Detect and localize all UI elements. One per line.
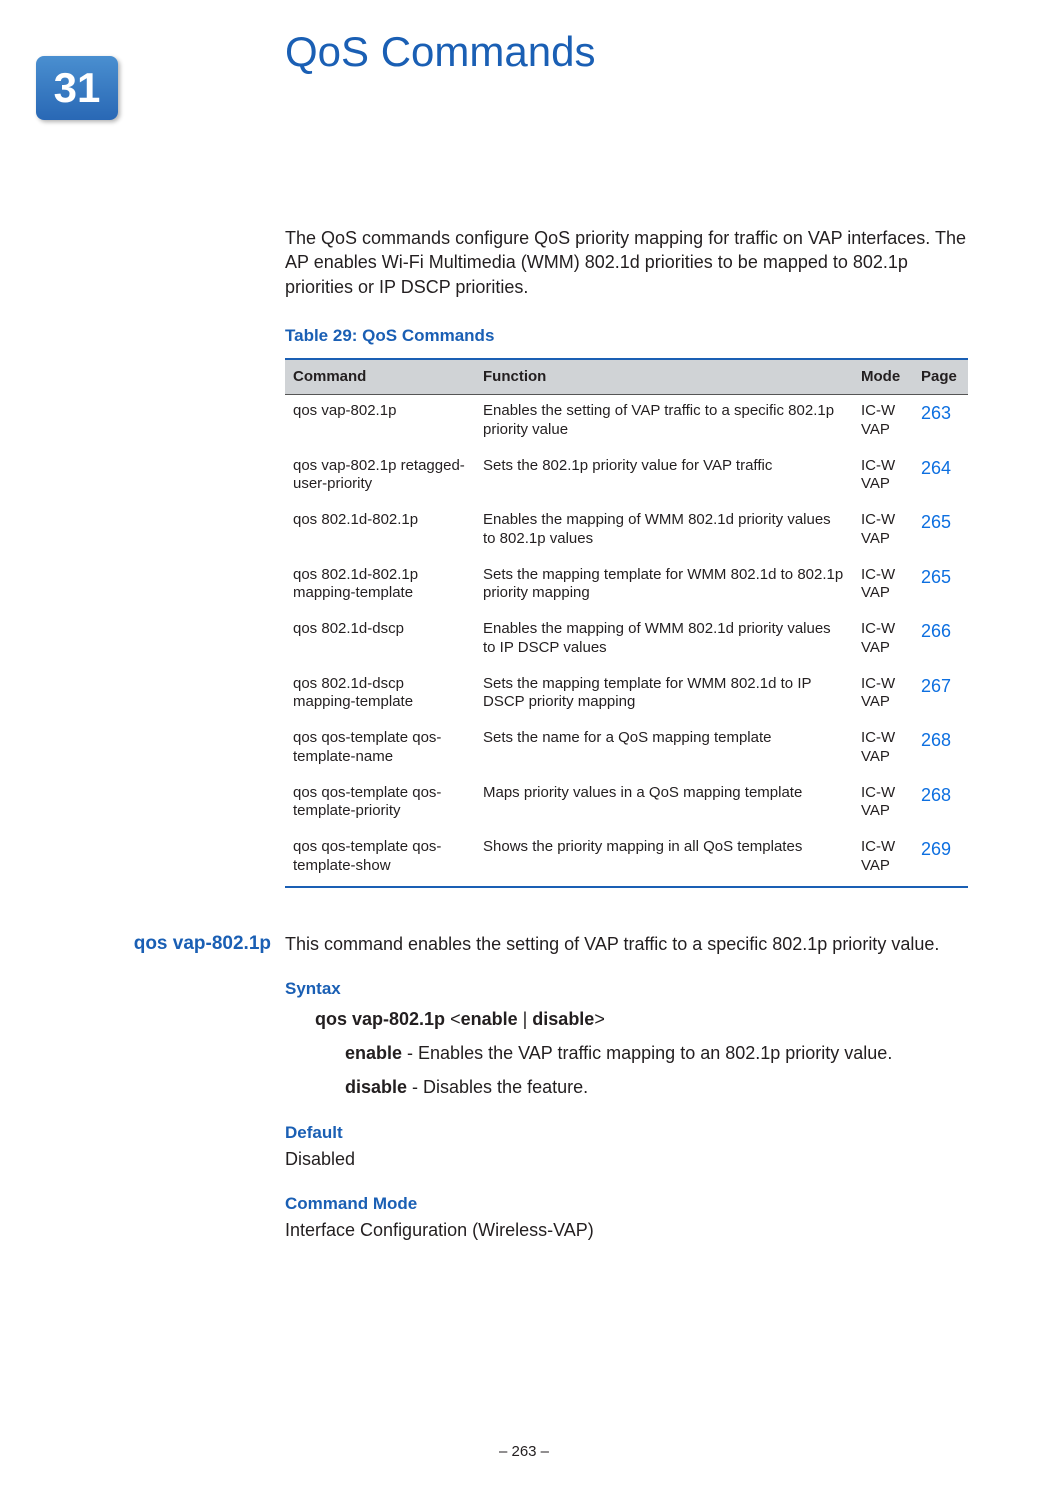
cell-mode: IC-W VAP <box>853 504 913 559</box>
table-row: qos qos-template qos-template-show Shows… <box>285 831 968 887</box>
table-row: qos 802.1d-802.1p mapping-template Sets … <box>285 559 968 614</box>
cell-mode: IC-W VAP <box>853 613 913 668</box>
cell-func: Enables the setting of VAP traffic to a … <box>475 395 853 450</box>
cell-page-link[interactable]: 269 <box>913 831 968 887</box>
syntax-lt: < <box>445 1009 461 1029</box>
param-desc: - Enables the VAP traffic mapping to an … <box>402 1043 892 1063</box>
cell-func: Sets the 802.1p priority value for VAP t… <box>475 450 853 505</box>
default-heading: Default <box>285 1122 968 1145</box>
cell-mode: IC-W VAP <box>853 668 913 723</box>
syntax-gt: > <box>594 1009 605 1029</box>
cell-mode: IC-W VAP <box>853 395 913 450</box>
cell-page-link[interactable]: 268 <box>913 722 968 777</box>
cell-cmd: qos qos-template qos-template-show <box>285 831 475 887</box>
table-title: Table 29: QoS Commands <box>285 325 968 348</box>
th-mode: Mode <box>853 359 913 395</box>
param-name: disable <box>345 1077 407 1097</box>
cell-page-link[interactable]: 263 <box>913 395 968 450</box>
command-mode-heading: Command Mode <box>285 1193 968 1216</box>
cell-page-link[interactable]: 266 <box>913 613 968 668</box>
table-row: qos qos-template qos-template-name Sets … <box>285 722 968 777</box>
intro-paragraph: The QoS commands configure QoS priority … <box>285 226 968 299</box>
cell-func: Shows the priority mapping in all QoS te… <box>475 831 853 887</box>
table-header-row: Command Function Mode Page <box>285 359 968 395</box>
th-function: Function <box>475 359 853 395</box>
cell-func: Sets the mapping template for WMM 802.1d… <box>475 668 853 723</box>
cell-mode: IC-W VAP <box>853 450 913 505</box>
cell-cmd: qos vap-802.1p <box>285 395 475 450</box>
syntax-cmd: qos vap-802.1p <box>315 1009 445 1029</box>
cell-cmd: qos vap-802.1p retagged-user-priority <box>285 450 475 505</box>
command-section-heading: qos vap-802.1p <box>60 932 285 1243</box>
cell-mode: IC-W VAP <box>853 559 913 614</box>
param-disable: disable - Disables the feature. <box>345 1075 968 1099</box>
cell-cmd: qos 802.1d-dscp mapping-template <box>285 668 475 723</box>
cell-func: Enables the mapping of WMM 802.1d priori… <box>475 504 853 559</box>
cell-cmd: qos qos-template qos-template-priority <box>285 777 475 832</box>
cell-func: Sets the mapping template for WMM 802.1d… <box>475 559 853 614</box>
cell-page-link[interactable]: 265 <box>913 559 968 614</box>
cell-mode: IC-W VAP <box>853 777 913 832</box>
cell-cmd: qos 802.1d-802.1p mapping-template <box>285 559 475 614</box>
table-row: qos vap-802.1p retagged-user-priority Se… <box>285 450 968 505</box>
syntax-opt2: disable <box>532 1009 594 1029</box>
param-name: enable <box>345 1043 402 1063</box>
chapter-number: 31 <box>54 64 101 112</box>
syntax-opt1: enable <box>461 1009 518 1029</box>
qos-commands-table: Command Function Mode Page qos vap-802.1… <box>285 358 968 888</box>
table-row: qos 802.1d-802.1p Enables the mapping of… <box>285 504 968 559</box>
th-command: Command <box>285 359 475 395</box>
chapter-title: QoS Commands <box>285 28 968 76</box>
cell-cmd: qos qos-template qos-template-name <box>285 722 475 777</box>
cell-page-link[interactable]: 268 <box>913 777 968 832</box>
syntax-heading: Syntax <box>285 978 968 1001</box>
command-description: This command enables the setting of VAP … <box>285 932 968 956</box>
command-mode-value: Interface Configuration (Wireless-VAP) <box>285 1218 968 1242</box>
cell-func: Maps priority values in a QoS mapping te… <box>475 777 853 832</box>
table-row: qos vap-802.1p Enables the setting of VA… <box>285 395 968 450</box>
cell-func: Sets the name for a QoS mapping template <box>475 722 853 777</box>
page-footer: – 263 – <box>0 1443 1048 1460</box>
cell-page-link[interactable]: 267 <box>913 668 968 723</box>
cell-mode: IC-W VAP <box>853 831 913 887</box>
table-row: qos 802.1d-dscp mapping-template Sets th… <box>285 668 968 723</box>
cell-cmd: qos 802.1d-dscp <box>285 613 475 668</box>
chapter-badge: 31 <box>36 56 118 120</box>
th-page: Page <box>913 359 968 395</box>
cell-page-link[interactable]: 264 <box>913 450 968 505</box>
table-row: qos 802.1d-dscp Enables the mapping of W… <box>285 613 968 668</box>
table-row: qos qos-template qos-template-priority M… <box>285 777 968 832</box>
default-value: Disabled <box>285 1147 968 1171</box>
syntax-sep: | <box>518 1009 533 1029</box>
param-desc: - Disables the feature. <box>407 1077 588 1097</box>
cell-mode: IC-W VAP <box>853 722 913 777</box>
cell-func: Enables the mapping of WMM 802.1d priori… <box>475 613 853 668</box>
cell-cmd: qos 802.1d-802.1p <box>285 504 475 559</box>
cell-page-link[interactable]: 265 <box>913 504 968 559</box>
param-enable: enable - Enables the VAP traffic mapping… <box>345 1041 968 1065</box>
syntax-line: qos vap-802.1p <enable | disable> <box>315 1007 968 1031</box>
